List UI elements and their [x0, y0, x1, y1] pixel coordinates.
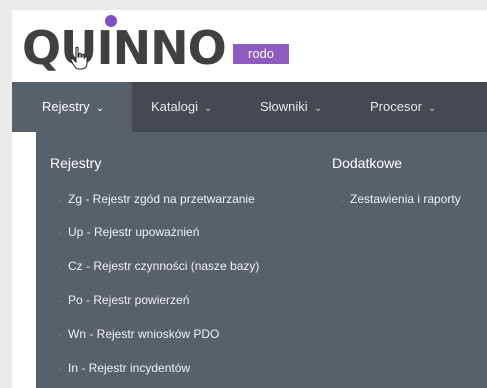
rejestry-dropdown-menu: Rejestry Dodatkowe · Zg - Rejestr zgód na… — [36, 132, 487, 388]
menu-link-cz[interactable]: · Cz - Rejestr czynności (nasze bazy) — [58, 258, 259, 276]
menu-link-label: Up - Rejestr upoważnień — [68, 225, 200, 239]
chevron-down-icon: ⌄ — [203, 103, 213, 114]
nav-item-slowniki[interactable]: Słowniki ⌄ — [242, 82, 352, 132]
nav-item-label: Słowniki — [260, 99, 308, 114]
bullet-icon: · — [58, 296, 62, 307]
logo-wordmark[interactable]: QUINNO — [22, 20, 227, 76]
logo-dot-icon — [105, 15, 117, 27]
nav-item-rejestry[interactable]: Rejestry ⌄ — [12, 82, 132, 132]
bullet-icon: · — [58, 330, 62, 341]
bullet-icon: · — [340, 195, 344, 206]
chevron-down-icon: ⌄ — [313, 103, 323, 114]
nav-item-procesor[interactable]: Procesor ⌄ — [352, 82, 472, 132]
menu-link-zestawienia[interactable]: · Zestawienia i raporty — [340, 191, 461, 209]
chevron-down-icon: ⌄ — [428, 103, 437, 114]
nav-item-label: Procesor — [370, 99, 423, 114]
page: QUINNO rodo Rejestry ⌄ Katalogi ⌄ Słowniki… — [12, 10, 487, 388]
menu-link-zg[interactable]: · Zg - Rejestr zgód na przetwarzanie — [58, 191, 255, 209]
bullet-icon: · — [58, 364, 62, 375]
menu-link-label: In - Rejestr incydentów — [68, 361, 191, 375]
nav-item-label: Rejestry — [42, 99, 90, 114]
menu-link-label: Cz - Rejestr czynności (nasze bazy) — [68, 259, 260, 273]
dropdown-section-title-dodatkowe: Dodatkowe — [332, 155, 403, 171]
menu-link-po[interactable]: · Po - Rejestr powierzeń — [58, 292, 189, 310]
chevron-down-icon: ⌄ — [95, 103, 105, 114]
hand-pointer-icon — [70, 46, 88, 70]
dropdown-section-title-rejestry: Rejestry — [50, 155, 102, 171]
menu-link-label: Zg - Rejestr zgód na przetwarzanie — [68, 192, 255, 206]
menu-link-label: Po - Rejestr powierzeń — [68, 293, 190, 307]
header-logo-area: QUINNO rodo — [12, 10, 487, 82]
bullet-icon: · — [58, 195, 62, 206]
menu-link-wn[interactable]: · Wn - Rejestr wniosków PDO — [58, 326, 219, 344]
logo-badge: rodo — [233, 44, 289, 64]
nav-item-katalogi[interactable]: Katalogi ⌄ — [132, 82, 242, 132]
nav-item-label: Katalogi — [151, 99, 198, 114]
menu-link-in[interactable]: · In - Rejestr incydentów — [58, 360, 190, 378]
menu-link-up[interactable]: · Up - Rejestr upoważnień — [58, 224, 199, 242]
bullet-icon: · — [58, 262, 62, 273]
main-navbar: Rejestry ⌄ Katalogi ⌄ Słowniki ⌄ Procesor ⌄ — [12, 82, 487, 132]
bullet-icon: · — [58, 228, 62, 239]
menu-link-label: Zestawienia i raporty — [350, 192, 461, 206]
menu-link-label: Wn - Rejestr wniosków PDO — [68, 327, 220, 341]
